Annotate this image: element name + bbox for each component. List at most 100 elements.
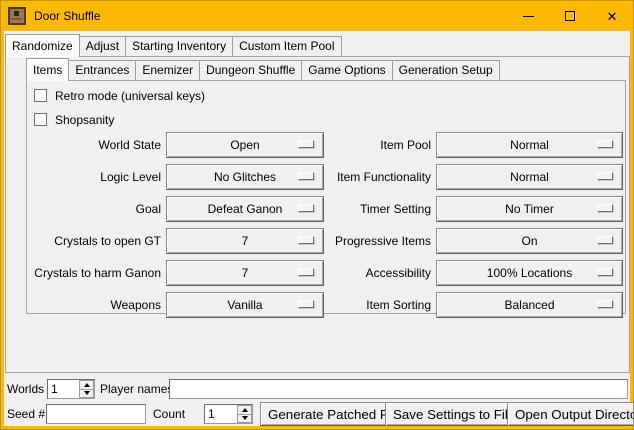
crystals-harm-ganon-label: Crystals to harm Ganon	[23, 260, 161, 286]
item-pool-dropdown[interactable]: Normal	[436, 132, 623, 158]
dropdown-indicator-icon	[298, 172, 314, 180]
tab-generation-setup[interactable]: Generation Setup	[392, 60, 500, 80]
worlds-spinbox	[47, 379, 95, 399]
save-settings-button[interactable]: Save Settings to File	[385, 402, 523, 426]
tab-entrances[interactable]: Entrances	[68, 60, 136, 80]
timer-setting-value: No Timer	[437, 197, 622, 221]
crystals-open-gt-label: Crystals to open GT	[23, 228, 161, 254]
app-icon	[8, 7, 26, 25]
count-down-arrow[interactable]	[237, 415, 252, 424]
item-pool-label: Item Pool	[321, 132, 431, 158]
worlds-spin-arrows	[79, 380, 94, 398]
crystals-open-gt-dropdown[interactable]: 7	[166, 228, 324, 254]
item-functionality-label: Item Functionality	[321, 164, 431, 190]
count-spinbox	[204, 404, 253, 424]
tab-randomize[interactable]: Randomize	[5, 34, 80, 57]
option-row: Crystals to harm Ganon 7 Accessibility 1…	[1, 260, 634, 286]
item-sorting-dropdown[interactable]: Balanced	[436, 292, 623, 318]
progressive-items-value: On	[437, 229, 622, 253]
tab-adjust[interactable]: Adjust	[79, 36, 126, 56]
dropdown-indicator-icon	[597, 140, 613, 148]
world-state-label: World State	[23, 132, 161, 158]
option-row: Logic Level No Glitches Item Functionali…	[1, 164, 634, 190]
dropdown-indicator-icon	[298, 268, 314, 276]
item-functionality-dropdown[interactable]: Normal	[436, 164, 623, 190]
goal-label: Goal	[23, 196, 161, 222]
item-sorting-label: Item Sorting	[321, 292, 431, 318]
dropdown-indicator-icon	[597, 172, 613, 180]
window-controls: ✕	[507, 1, 633, 31]
tab-enemizer[interactable]: Enemizer	[135, 60, 200, 80]
shopsanity-label: Shopsanity	[55, 113, 114, 127]
accessibility-dropdown[interactable]: 100% Locations	[436, 260, 623, 286]
tab-items[interactable]: Items	[26, 58, 69, 81]
logic-level-dropdown[interactable]: No Glitches	[166, 164, 324, 190]
item-functionality-value: Normal	[437, 165, 622, 189]
window-title: Door Shuffle	[34, 9, 101, 23]
player-names-label: Player names	[100, 379, 173, 399]
down-arrow-icon	[242, 416, 248, 420]
item-sorting-value: Balanced	[437, 293, 622, 317]
minimize-icon	[523, 16, 534, 17]
dropdown-indicator-icon	[298, 140, 314, 148]
weapons-dropdown[interactable]: Vanilla	[166, 292, 324, 318]
close-button[interactable]: ✕	[591, 1, 633, 31]
titlebar[interactable]: Door Shuffle ✕	[1, 1, 633, 31]
minimize-button[interactable]	[507, 1, 549, 31]
seed-input[interactable]	[46, 404, 146, 424]
weapons-label: Weapons	[23, 292, 161, 318]
retro-mode-label: Retro mode (universal keys)	[55, 89, 205, 103]
tab-starting-inventory[interactable]: Starting Inventory	[125, 36, 233, 56]
dropdown-indicator-icon	[597, 268, 613, 276]
retro-mode-row: Retro mode (universal keys)	[34, 88, 205, 103]
timer-setting-label: Timer Setting	[321, 196, 431, 222]
worlds-input[interactable]	[48, 380, 79, 398]
sub-tab-bar: Items Entrances Enemizer Dungeon Shuffle…	[26, 58, 499, 80]
accessibility-value: 100% Locations	[437, 261, 622, 285]
dropdown-indicator-icon	[597, 300, 613, 308]
tab-dungeon-shuffle[interactable]: Dungeon Shuffle	[199, 60, 302, 80]
dropdown-indicator-icon	[597, 236, 613, 244]
count-input[interactable]	[205, 405, 237, 423]
world-state-dropdown[interactable]: Open	[166, 132, 324, 158]
app-icon-plank	[11, 18, 22, 20]
up-arrow-icon	[84, 383, 90, 387]
seed-label: Seed #	[7, 404, 45, 424]
tab-game-options[interactable]: Game Options	[301, 60, 392, 80]
count-label: Count	[153, 404, 185, 424]
option-row: Crystals to open GT 7 Progressive Items …	[1, 228, 634, 254]
progressive-items-label: Progressive Items	[321, 228, 431, 254]
count-up-arrow[interactable]	[237, 405, 252, 415]
tab-custom-item-pool[interactable]: Custom Item Pool	[232, 36, 341, 56]
worlds-label: Worlds	[7, 379, 44, 399]
option-row: Goal Defeat Ganon Timer Setting No Timer	[1, 196, 634, 222]
option-row: World State Open Item Pool Normal	[1, 132, 634, 158]
door-shuffle-window: Door Shuffle ✕ Randomize Adjust Starting…	[0, 0, 634, 430]
open-output-directory-button[interactable]: Open Output Directory	[507, 402, 634, 426]
dropdown-indicator-icon	[298, 236, 314, 244]
retro-mode-checkbox[interactable]	[34, 89, 47, 102]
maximize-button[interactable]	[549, 1, 591, 31]
shopsanity-row: Shopsanity	[34, 112, 114, 127]
item-pool-value: Normal	[437, 133, 622, 157]
shopsanity-checkbox[interactable]	[34, 113, 47, 126]
logic-level-label: Logic Level	[23, 164, 161, 190]
timer-setting-dropdown[interactable]: No Timer	[436, 196, 623, 222]
window-border-bottom	[1, 426, 633, 429]
player-names-input[interactable]	[169, 379, 628, 399]
count-spin-arrows	[237, 405, 252, 423]
maximize-icon	[565, 11, 575, 21]
dropdown-indicator-icon	[298, 204, 314, 212]
up-arrow-icon	[242, 408, 248, 412]
app-icon-keyhole	[14, 11, 19, 16]
progressive-items-dropdown[interactable]: On	[436, 228, 623, 254]
close-icon: ✕	[607, 10, 618, 23]
worlds-up-arrow[interactable]	[79, 380, 94, 390]
goal-dropdown[interactable]: Defeat Ganon	[166, 196, 324, 222]
main-tab-bar: Randomize Adjust Starting Inventory Cust…	[5, 34, 341, 56]
option-row: Weapons Vanilla Item Sorting Balanced	[1, 292, 634, 318]
crystals-harm-ganon-dropdown[interactable]: 7	[166, 260, 324, 286]
accessibility-label: Accessibility	[321, 260, 431, 286]
worlds-down-arrow[interactable]	[79, 390, 94, 399]
dropdown-indicator-icon	[597, 204, 613, 212]
